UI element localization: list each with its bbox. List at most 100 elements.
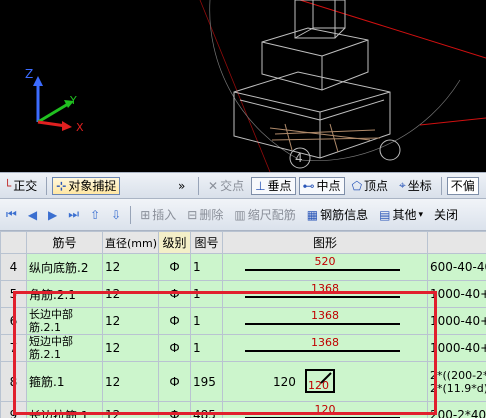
bar-no-cell[interactable]: 长边中部筋.2.1 xyxy=(26,307,103,335)
vertex-button[interactable]: ⬠ 顶点 xyxy=(348,177,392,195)
grade-cell[interactable]: Ф xyxy=(158,401,191,418)
prev-record-icon[interactable]: ◀ xyxy=(24,206,41,224)
shape-cell[interactable]: 1368 xyxy=(222,307,428,335)
model-wireframe: Z Y X xyxy=(25,0,486,172)
toolbar-divider xyxy=(440,176,442,195)
rebar-info-label: 钢筋信息 xyxy=(320,208,369,222)
formula-line-2: 2*(11.9*d) xyxy=(430,381,486,395)
grade-cell[interactable]: Ф xyxy=(158,334,191,362)
formula-cell[interactable]: 1000-40+30 xyxy=(427,334,486,362)
close-label: 关闭 xyxy=(433,208,458,222)
insert-button[interactable]: ⊞ 插入 xyxy=(136,206,180,224)
intersection-icon: ✕ xyxy=(208,178,219,193)
table-row[interactable]: 9 长边拉筋.1 12 Ф 485 120 200-2*40 xyxy=(0,401,486,418)
diameter-cell[interactable]: 12 xyxy=(102,401,159,418)
shape-no-cell[interactable]: 195 xyxy=(190,361,223,402)
toolbar-divider xyxy=(46,176,48,195)
scale-rebar-label: 缩尺配筋 xyxy=(247,208,296,222)
formula-cell[interactable]: 200-2*40 xyxy=(427,401,486,418)
diameter-cell[interactable]: 12 xyxy=(102,307,159,335)
table-header-row: 筋号 直径(mm) 级别 图号 图形 xyxy=(0,231,486,254)
midpoint-button[interactable]: ⊷ 中点 xyxy=(298,176,345,195)
shape-length-value: 120 xyxy=(314,403,336,416)
toolbar-divider xyxy=(198,176,199,195)
bar-no-cell[interactable]: 短边中部筋.2.1 xyxy=(26,334,103,362)
insert-label: 插入 xyxy=(152,208,177,222)
rebar-info-icon: ▦ xyxy=(306,207,319,222)
rebar-info-button[interactable]: ▦ 钢筋信息 xyxy=(303,206,372,224)
table-row[interactable]: 6 长边中部筋.2.1 12 Ф 1 1368 1000-40+30 xyxy=(0,307,486,335)
bar-no-cell[interactable]: 长边拉筋.1 xyxy=(26,401,103,418)
stirrup-width-value: 120 xyxy=(273,374,296,389)
object-snap-button[interactable]: ⊹ 对象捕捉 xyxy=(52,176,121,195)
bar-no-cell[interactable]: 纵向底筋.2 xyxy=(26,253,103,281)
shape-length-value: 1368 xyxy=(311,282,339,295)
grade-cell[interactable]: Ф xyxy=(158,280,191,308)
vertex-label: 顶点 xyxy=(364,179,389,193)
shape-no-cell[interactable]: 1 xyxy=(190,307,223,335)
table-row[interactable]: 5 角筋.2.1 12 Ф 1 1368 1000-40+30 xyxy=(0,280,486,308)
3d-viewport[interactable]: Z Y X 4 xyxy=(0,0,486,172)
shape-cell[interactable]: 120 xyxy=(222,401,428,418)
col-header-rownum xyxy=(0,231,27,254)
shape-no-cell[interactable]: 485 xyxy=(190,401,223,418)
shape-cell[interactable]: 120 120 xyxy=(222,361,428,402)
last-record-icon[interactable]: ⏭ xyxy=(64,206,83,224)
shape-cell[interactable]: 1368 xyxy=(222,334,428,362)
vertex-icon: ⬠ xyxy=(351,178,362,193)
table-row[interactable]: 7 短边中部筋.2.1 12 Ф 1 1368 1000-40+30 xyxy=(0,334,486,362)
ortho-button[interactable]: └ 正交 xyxy=(0,177,41,195)
first-record-icon[interactable]: ⏮ xyxy=(2,206,21,224)
perpendicular-button[interactable]: ⊥ 垂点 xyxy=(251,176,296,195)
perpendicular-label: 垂点 xyxy=(267,179,292,193)
diameter-cell[interactable]: 12 xyxy=(102,361,159,402)
row-number: 4 xyxy=(0,253,27,281)
svg-text:X: X xyxy=(76,121,84,134)
coordinate-button[interactable]: ⌖ 坐标 xyxy=(395,177,436,195)
shape-length-value: 1368 xyxy=(311,336,339,349)
shape-cell[interactable]: 520 xyxy=(222,253,428,281)
col-header-bar-no: 筋号 xyxy=(26,231,103,254)
svg-text:Y: Y xyxy=(69,94,77,107)
grade-cell[interactable]: Ф xyxy=(158,307,191,335)
shape-no-cell[interactable]: 1 xyxy=(190,334,223,362)
formula-cell[interactable]: 1000-40+30 xyxy=(427,280,486,308)
close-button[interactable]: 关闭 xyxy=(430,206,462,224)
snap-toolbar: └ 正交 ⊹ 对象捕捉 » ✕ 交点 ⊥ 垂点 ⊷ 中点 ⬠ 顶点 ⌖ 坐标 不… xyxy=(0,172,486,199)
row-number: 8 xyxy=(0,361,27,402)
scale-rebar-button[interactable]: ▥ 缩尺配筋 xyxy=(230,206,299,224)
formula-line-1: 2*((200-2* xyxy=(430,368,486,382)
formula-cell[interactable]: 600-40-40 xyxy=(427,253,486,281)
diameter-cell[interactable]: 12 xyxy=(102,253,159,281)
offset-label: 不偏 xyxy=(450,179,475,193)
offset-dropdown[interactable]: 不偏 xyxy=(446,176,479,195)
rebar-shape-line xyxy=(245,269,400,271)
grade-cell[interactable]: Ф xyxy=(158,361,191,402)
move-up-icon[interactable]: ⇧ xyxy=(86,206,104,224)
other-dropdown[interactable]: ▤ 其他 ▾ xyxy=(375,206,427,224)
shape-no-cell[interactable]: 1 xyxy=(190,253,223,281)
table-row[interactable]: 4 纵向底筋.2 12 Ф 1 520 600-40-40 xyxy=(0,253,486,281)
bar-no-cell[interactable]: 箍筋.1 xyxy=(26,361,103,402)
diameter-cell[interactable]: 12 xyxy=(102,280,159,308)
rebar-shape-line xyxy=(245,296,400,298)
bar-no-cell[interactable]: 角筋.2.1 xyxy=(26,280,103,308)
shape-cell[interactable]: 1368 xyxy=(222,280,428,308)
hook-icon xyxy=(320,371,332,384)
col-header-diameter: 直径(mm) xyxy=(102,231,159,254)
col-header-formula xyxy=(427,231,486,254)
move-down-icon[interactable]: ⇩ xyxy=(107,206,125,224)
delete-button[interactable]: ⊟ 删除 xyxy=(183,206,227,224)
grade-cell[interactable]: Ф xyxy=(158,253,191,281)
formula-cell[interactable]: 2*((200-2* 2*(11.9*d) xyxy=(427,361,486,402)
shape-no-cell[interactable]: 1 xyxy=(190,280,223,308)
intersection-button[interactable]: ✕ 交点 xyxy=(204,177,248,195)
table-row[interactable]: 8 箍筋.1 12 Ф 195 120 120 2*((200-2* 2*(11… xyxy=(0,361,486,402)
next-record-icon[interactable]: ▶ xyxy=(44,206,61,224)
row-number: 6 xyxy=(0,307,27,335)
diameter-cell[interactable]: 12 xyxy=(102,334,159,362)
toolbar-chevron-icon[interactable]: » xyxy=(178,179,185,193)
shape-length-value: 520 xyxy=(314,255,336,268)
coordinate-label: 坐标 xyxy=(407,179,432,193)
formula-cell[interactable]: 1000-40+30 xyxy=(427,307,486,335)
